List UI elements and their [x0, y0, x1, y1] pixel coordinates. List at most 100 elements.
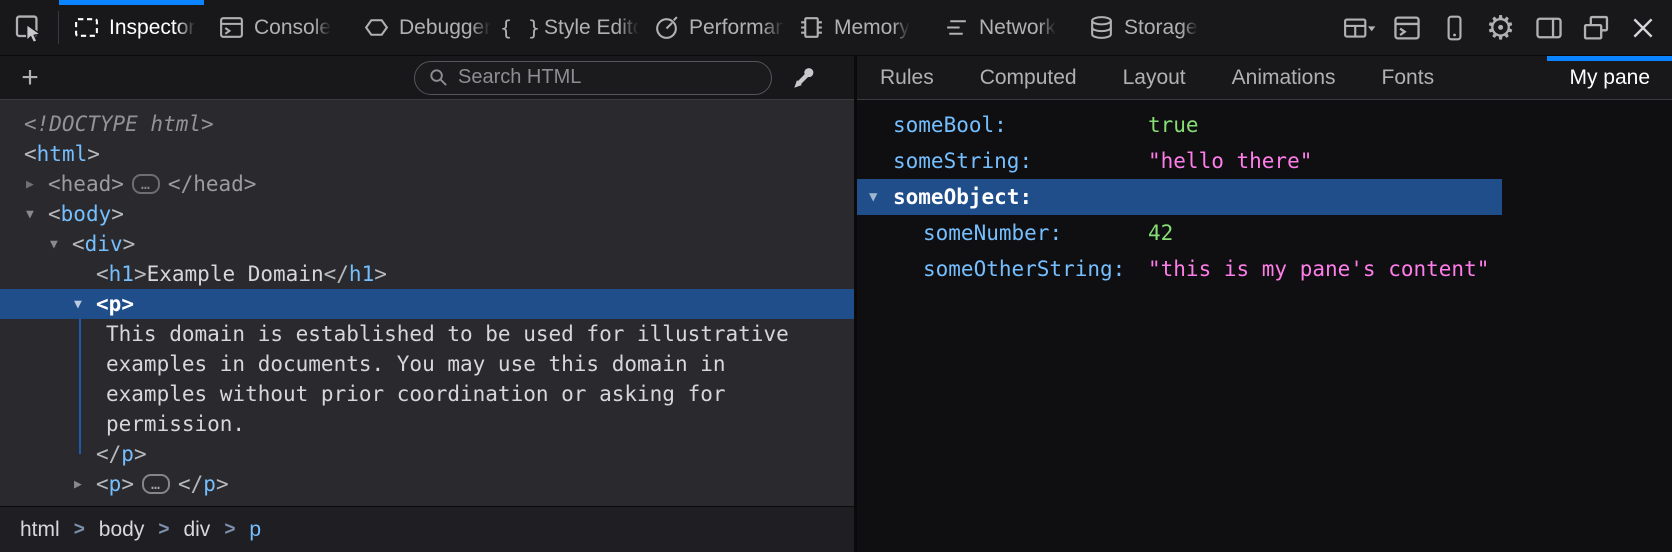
- tab-label: Console: [254, 16, 331, 40]
- text-node[interactable]: Example Domain: [147, 262, 324, 286]
- markup-node-p2[interactable]: ▶ p … p: [0, 469, 854, 499]
- markup-doctype[interactable]: <!DOCTYPE html>: [0, 109, 854, 139]
- search-html-input[interactable]: [458, 66, 758, 89]
- tab-label: Memory: [834, 16, 910, 40]
- property-value: true: [1148, 113, 1199, 137]
- tab-fonts[interactable]: Fonts: [1359, 56, 1458, 99]
- breadcrumb-item-html[interactable]: html: [20, 518, 60, 542]
- separate-window-button[interactable]: [1572, 0, 1619, 56]
- pane-row-someObject[interactable]: ▼someObject: [857, 179, 1502, 215]
- dock-side-button[interactable]: [1525, 0, 1572, 56]
- add-node-button[interactable]: +: [8, 63, 52, 93]
- chevron-right-icon: >: [224, 519, 235, 541]
- pane-row-someString[interactable]: someString"hello there": [857, 143, 1672, 179]
- my-pane-content: someBooltrue someString"hello there" ▼so…: [857, 100, 1672, 552]
- search-html-box[interactable]: [414, 61, 772, 95]
- markup-node-h1[interactable]: h1Example Domainh1: [0, 259, 854, 289]
- tab-memory[interactable]: Memory: [784, 0, 929, 55]
- expanded-arrow-icon[interactable]: ▼: [22, 207, 48, 222]
- collapsed-arrow-icon[interactable]: ▶: [22, 177, 48, 192]
- open-tag[interactable]: div: [72, 232, 135, 256]
- sidebar-panel: Rules Computed Layout Animations Fonts M…: [857, 56, 1672, 552]
- devtools-body: +: [0, 56, 1672, 552]
- ellipsis-badge[interactable]: …: [142, 474, 170, 494]
- chevron-right-icon: >: [158, 519, 169, 541]
- markup-node-head[interactable]: ▶ head … head: [0, 169, 854, 199]
- tab-storage[interactable]: Storage: [1074, 0, 1219, 55]
- tab-label: My pane: [1569, 66, 1650, 90]
- expanded-arrow-icon[interactable]: ▼: [46, 237, 72, 252]
- close-tag[interactable]: head: [168, 172, 257, 196]
- markup-view: <!DOCTYPE html> html ▶ head … head ▼ bod…: [0, 100, 854, 506]
- devtools-toolbar: Inspector Console Debugger { } Styl: [0, 0, 1672, 56]
- settings-button[interactable]: ⚙: [1477, 0, 1524, 56]
- responsive-design-button[interactable]: [1430, 0, 1477, 56]
- tab-animations[interactable]: Animations: [1209, 56, 1359, 99]
- performance-icon: [652, 14, 680, 41]
- eyedropper-button[interactable]: [778, 64, 830, 92]
- tab-inspector[interactable]: Inspector: [59, 0, 204, 55]
- expanded-arrow-icon[interactable]: ▼: [867, 189, 893, 205]
- tab-rules[interactable]: Rules: [857, 56, 957, 99]
- memory-icon: [797, 14, 825, 41]
- tab-console[interactable]: Console: [204, 0, 349, 55]
- tab-label: Rules: [880, 66, 934, 90]
- tab-layout[interactable]: Layout: [1100, 56, 1209, 99]
- tab-label: Style Editor: [544, 16, 639, 40]
- markup-text-line[interactable]: examples without prior coordination or a…: [0, 379, 854, 409]
- markup-text-line[interactable]: This domain is established to be used fo…: [0, 319, 854, 349]
- close-tag[interactable]: h1: [324, 262, 387, 286]
- tab-label: Debugger: [399, 16, 491, 40]
- text-node: This domain is established to be used fo…: [106, 322, 789, 346]
- tab-computed[interactable]: Computed: [957, 56, 1100, 99]
- pane-row-someNumber[interactable]: someNumber42: [857, 215, 1672, 251]
- ellipsis-badge[interactable]: …: [132, 174, 160, 194]
- breadcrumb-item-body[interactable]: body: [99, 518, 145, 542]
- inspector-panel: +: [0, 56, 854, 552]
- markup-node-body[interactable]: ▼ body: [0, 199, 854, 229]
- open-tag[interactable]: head: [48, 172, 124, 196]
- storage-icon: [1087, 14, 1115, 41]
- markup-text-line[interactable]: examples in documents. You may use this …: [0, 349, 854, 379]
- inspector-toolbar: +: [0, 56, 854, 100]
- braces-icon: { }: [507, 16, 535, 40]
- close-tag[interactable]: p: [178, 472, 229, 496]
- open-tag[interactable]: p: [96, 292, 134, 316]
- property-value: "this is my pane's content": [1148, 257, 1489, 281]
- tab-style-editor[interactable]: { } Style Editor: [494, 0, 639, 55]
- property-name: someString: [893, 149, 1148, 173]
- markup-node-p-selected[interactable]: ▼ p: [0, 289, 854, 319]
- collapsed-arrow-icon[interactable]: ▶: [70, 477, 96, 492]
- markup-node-div[interactable]: ▼ div: [0, 229, 854, 259]
- node-picker-icon: [13, 12, 45, 44]
- tab-performance[interactable]: Performance: [639, 0, 784, 55]
- open-tag[interactable]: h1: [96, 262, 147, 286]
- expanded-arrow-icon[interactable]: ▼: [70, 297, 96, 312]
- tab-label: Inspector: [109, 16, 195, 40]
- pane-row-someOtherString[interactable]: someOtherString"this is my pane's conten…: [857, 251, 1672, 287]
- close-devtools-button[interactable]: [1619, 0, 1666, 56]
- tab-label: Fonts: [1382, 66, 1435, 90]
- open-tag[interactable]: html: [24, 142, 100, 166]
- markup-node-html[interactable]: html: [0, 139, 854, 169]
- node-picker-button[interactable]: [0, 0, 58, 55]
- breadcrumb-item-p[interactable]: p: [249, 518, 261, 542]
- text-node: examples without prior coordination or a…: [106, 382, 726, 406]
- iframe-picker-button[interactable]: [1336, 0, 1383, 56]
- sidebar-tabs: Rules Computed Layout Animations Fonts M…: [857, 56, 1672, 100]
- tab-label: Animations: [1232, 66, 1336, 90]
- network-icon: [942, 14, 970, 41]
- close-tag[interactable]: p: [96, 442, 147, 466]
- text-node: permission.: [106, 412, 245, 436]
- tab-my-pane[interactable]: My pane: [1547, 56, 1672, 99]
- split-console-button[interactable]: [1383, 0, 1430, 56]
- tab-debugger[interactable]: Debugger: [349, 0, 494, 55]
- tab-network[interactable]: Network: [929, 0, 1074, 55]
- breadcrumb-item-div[interactable]: div: [183, 518, 210, 542]
- markup-text-line[interactable]: permission.: [0, 409, 854, 439]
- pane-row-someBool[interactable]: someBooltrue: [857, 107, 1672, 143]
- markup-close-p[interactable]: p: [0, 439, 854, 469]
- inspector-icon: [72, 14, 100, 41]
- open-tag[interactable]: p: [96, 472, 134, 496]
- open-tag[interactable]: body: [48, 202, 124, 226]
